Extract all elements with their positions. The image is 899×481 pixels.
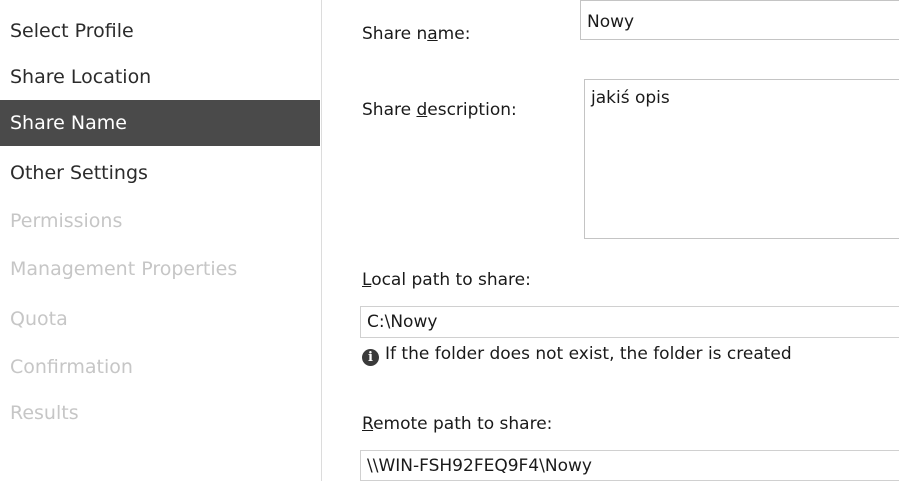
folder-info-text: If the folder does not exist, the folder… bbox=[385, 344, 792, 364]
nav-item-results: Results bbox=[10, 402, 79, 424]
nav-item-share-location[interactable]: Share Location bbox=[0, 54, 320, 100]
share-description-label: Share description: bbox=[362, 100, 517, 120]
folder-info-message: i If the folder does not exist, the folde… bbox=[362, 344, 792, 366]
local-path-label: Local path to share: bbox=[362, 270, 531, 290]
nav-item-confirmation: Confirmation bbox=[10, 356, 133, 378]
share-name-form: Share name: Share description: Local pat… bbox=[322, 0, 899, 481]
local-path-field[interactable] bbox=[360, 306, 899, 338]
nav-item-other-settings[interactable]: Other Settings bbox=[0, 150, 320, 196]
share-name-input[interactable] bbox=[580, 0, 899, 40]
nav-item-select-profile[interactable]: Select Profile bbox=[0, 8, 320, 54]
info-icon: i bbox=[362, 349, 379, 366]
wizard-nav: Select Profile Share Location Share Name… bbox=[0, 0, 320, 481]
share-description-textarea[interactable] bbox=[584, 79, 899, 239]
nav-item-share-name[interactable]: Share Name bbox=[0, 100, 320, 146]
remote-path-field[interactable] bbox=[360, 450, 899, 481]
nav-item-permissions: Permissions bbox=[10, 210, 123, 232]
remote-path-label: Remote path to share: bbox=[362, 414, 553, 434]
nav-item-management-properties: Management Properties bbox=[10, 258, 238, 280]
share-name-label: Share name: bbox=[362, 24, 471, 44]
nav-item-quota: Quota bbox=[10, 308, 68, 330]
